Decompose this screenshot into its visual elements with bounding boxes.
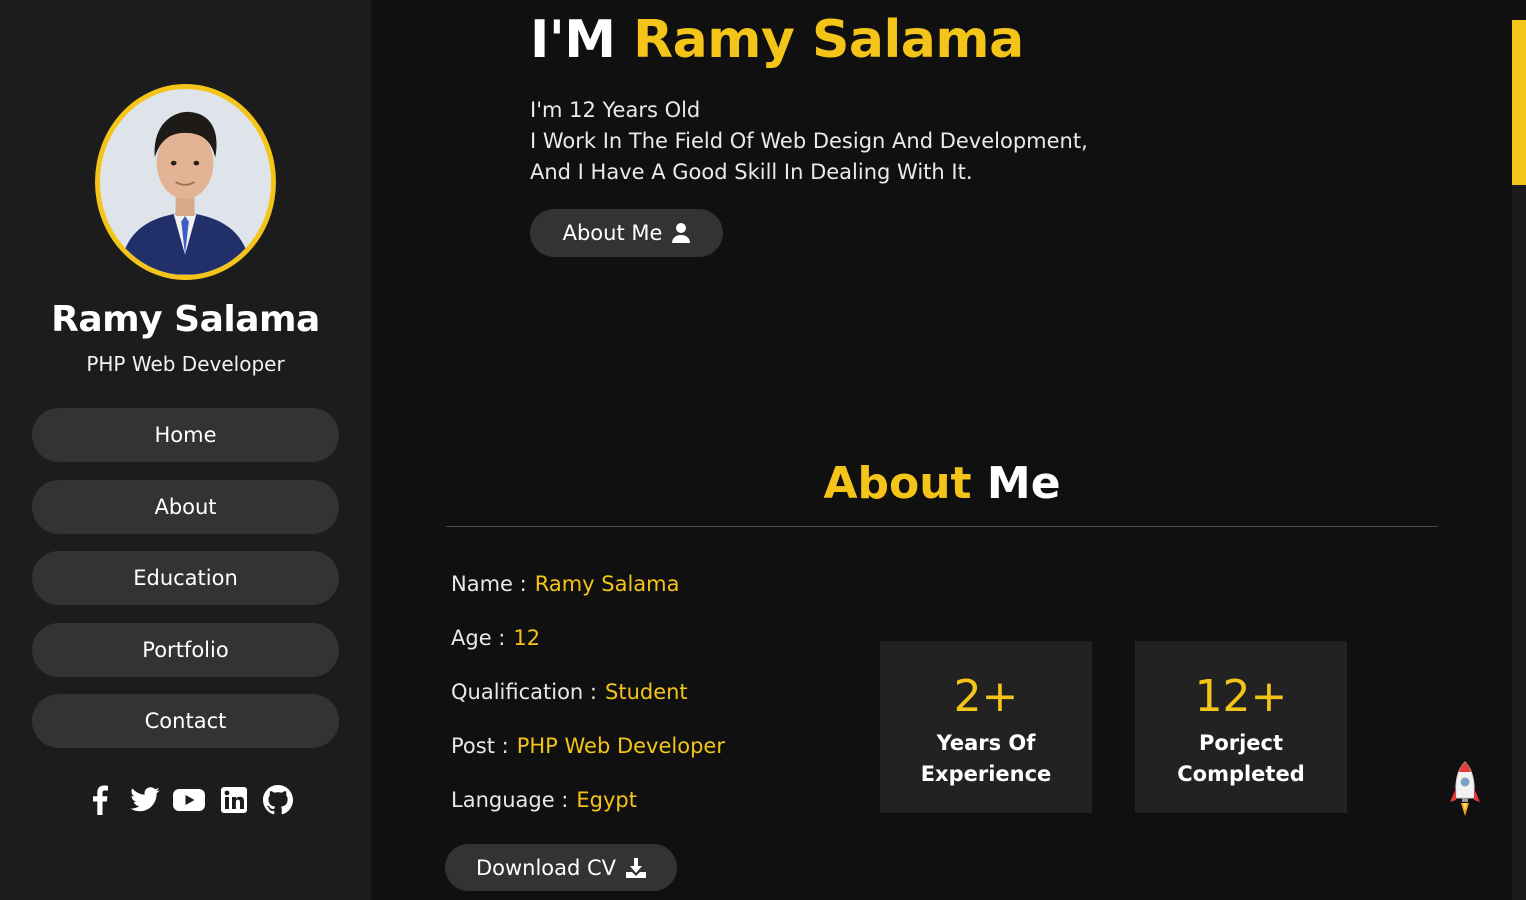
info-label: Post : (451, 734, 509, 758)
info-value: Student (605, 680, 688, 704)
section-divider (446, 526, 1438, 527)
download-cv-button-label: Download CV (475, 855, 617, 880)
stat-number: 2+ (953, 671, 1019, 722)
hero-line: And I Have A Good Skill In Dealing With … (530, 160, 973, 184)
about-heading-rest: Me (971, 458, 1061, 509)
personal-info-list: Name : Ramy Salama Age : 12 Qualification … (451, 572, 725, 842)
rocket-icon[interactable] (1448, 760, 1482, 818)
facebook-icon[interactable] (84, 784, 116, 816)
page-scrollbar[interactable] (1512, 20, 1526, 900)
info-row-age: Age : 12 (451, 626, 725, 680)
nav-about[interactable]: About (32, 479, 339, 534)
info-label: Language : (451, 788, 569, 812)
info-label: Name : (451, 572, 527, 596)
info-row-name: Name : Ramy Salama (451, 572, 725, 626)
user-icon (672, 223, 691, 243)
youtube-icon[interactable] (173, 784, 205, 816)
info-label: Age : (451, 626, 506, 650)
sidebar: Ramy Salama PHP Web Developer Home About… (0, 0, 371, 900)
hero-title-name: Ramy Salama (633, 10, 1024, 70)
stat-label-line: Experience (920, 762, 1052, 786)
github-icon[interactable] (262, 784, 294, 816)
nav-contact[interactable]: Contact (32, 694, 339, 748)
nav-education[interactable]: Education (32, 551, 339, 605)
linkedin-icon[interactable] (218, 784, 250, 816)
about-me-button-label: About Me (562, 221, 663, 245)
info-row-language: Language : Egypt (451, 788, 725, 842)
info-row-qualification: Qualification : Student (451, 680, 725, 734)
stat-label-line: Completed (1177, 762, 1305, 786)
info-row-post: Post : PHP Web Developer (451, 734, 725, 788)
about-me-button[interactable]: About Me (530, 209, 723, 257)
stat-card-projects: 12+ Porject Completed (1135, 641, 1347, 813)
sidebar-nav: Home About Education Portfolio Contact (32, 408, 339, 766)
download-cv-button[interactable]: Download CV (445, 844, 677, 891)
stat-label: Years Of Experience (880, 728, 1092, 790)
download-icon (626, 857, 647, 878)
info-value: PHP Web Developer (516, 734, 725, 758)
stat-label: Porject Completed (1135, 728, 1347, 790)
nav-portfolio[interactable]: Portfolio (32, 622, 339, 677)
stat-card-experience: 2+ Years Of Experience (880, 641, 1092, 813)
profile-name: Ramy Salama (51, 299, 320, 340)
hero-intro: I'm 12 Years Old I Work In The Field Of … (530, 95, 1088, 188)
stat-label-line: Porject (1198, 731, 1284, 755)
twitter-icon[interactable] (129, 784, 161, 816)
hero-title-prefix: I'M (530, 10, 634, 70)
info-label: Qualification : (451, 680, 597, 704)
hero-line: I'm 12 Years Old (530, 98, 701, 122)
section-title-about: About Me (446, 458, 1438, 509)
profile-role: PHP Web Developer (86, 352, 285, 376)
profile-photo (100, 89, 271, 275)
info-value: Egypt (576, 788, 637, 812)
social-links (84, 783, 294, 817)
stat-label-line: Years Of (936, 731, 1036, 755)
stat-number: 12+ (1194, 671, 1288, 722)
info-value: Ramy Salama (534, 572, 680, 596)
avatar (95, 84, 276, 280)
about-heading-accent: About (823, 458, 972, 509)
info-value: 12 (513, 626, 541, 650)
hero-title: I'M Ramy Salama (530, 10, 1024, 70)
nav-home[interactable]: Home (32, 408, 339, 462)
hero-line: I Work In The Field Of Web Design And De… (530, 129, 1088, 153)
scrollbar-thumb[interactable] (1512, 20, 1526, 185)
